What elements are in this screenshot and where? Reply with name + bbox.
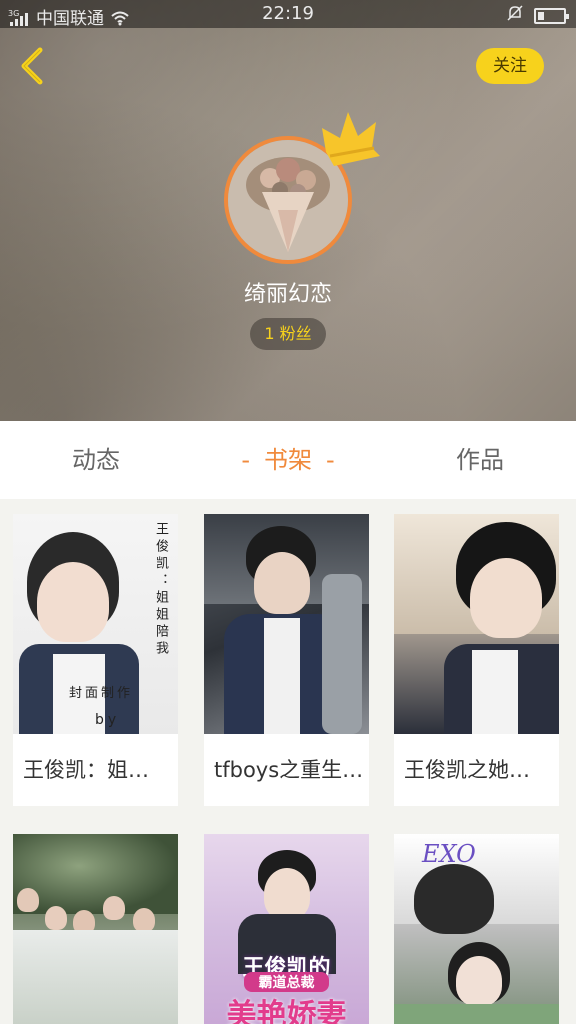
follow-button[interactable]: 关注 bbox=[476, 48, 544, 84]
battery-icon bbox=[534, 7, 569, 24]
book-cover bbox=[394, 514, 559, 734]
book-title: tfboys之重生… bbox=[214, 758, 364, 782]
cover-vertical-text: 王俊凯：姐姐陪我 bbox=[153, 522, 168, 658]
cover-grass bbox=[394, 1004, 559, 1024]
cover-banner-line-2: 霸道总裁 bbox=[244, 972, 329, 992]
back-button[interactable] bbox=[14, 44, 50, 88]
status-right bbox=[506, 4, 569, 27]
username: 绮丽幻恋 bbox=[243, 282, 332, 307]
cover-figure-face bbox=[254, 552, 310, 614]
tab-label: 书架 bbox=[264, 446, 312, 474]
bookshelf-grid: 王俊凯：姐姐陪我 封面制作 by 王俊凯：姐… tfboys之重生… 王俊凯之她… bbox=[0, 499, 576, 1024]
book-card[interactable]: EXO bbox=[394, 834, 559, 1024]
book-card[interactable]: 王俊凯之她… bbox=[394, 514, 559, 806]
cover-figure bbox=[133, 908, 155, 932]
cover-figure-hair bbox=[414, 864, 494, 934]
cover-caption: 封面制作 bbox=[69, 686, 134, 701]
tab-indicator: - bbox=[241, 446, 250, 474]
cover-figure bbox=[17, 888, 39, 912]
cover-figure bbox=[103, 896, 125, 920]
cover-figure-face bbox=[456, 956, 502, 1006]
book-cover: 王俊凯：姐姐陪我 封面制作 by bbox=[13, 514, 178, 734]
cover-by: by bbox=[95, 712, 121, 728]
cover-figure-shirt bbox=[264, 618, 300, 734]
cover-figure bbox=[45, 906, 67, 930]
book-card[interactable]: tfboys之重生… bbox=[204, 514, 369, 806]
cover-figure-shirt bbox=[472, 650, 518, 734]
book-title: 王俊凯之她… bbox=[404, 758, 530, 782]
tab-label: 动态 bbox=[72, 446, 120, 474]
cover-bg-person bbox=[322, 574, 362, 734]
tab-dynamics[interactable]: 动态 bbox=[0, 421, 192, 499]
tab-indicator: - bbox=[326, 446, 335, 474]
book-card[interactable]: 王俊凯的 霸道总裁 美艳娇妻 bbox=[204, 834, 369, 1024]
fans-count-badge[interactable]: 1 粉丝 bbox=[250, 318, 326, 350]
tab-works[interactable]: 作品 bbox=[384, 421, 576, 499]
book-card[interactable]: 王俊凯：姐姐陪我 封面制作 by 王俊凯：姐… bbox=[13, 514, 178, 806]
cover-figure-face bbox=[470, 558, 542, 638]
cover-outfits bbox=[13, 930, 178, 1024]
cover-figure-face bbox=[264, 868, 310, 920]
book-cover: EXO bbox=[394, 834, 559, 1024]
mute-icon bbox=[506, 4, 524, 27]
tab-label: 作品 bbox=[456, 446, 504, 474]
book-cover bbox=[204, 514, 369, 734]
book-cover: 王俊凯的 霸道总裁 美艳娇妻 bbox=[204, 834, 369, 1024]
chevron-left-icon bbox=[21, 47, 43, 85]
book-title: 王俊凯：姐… bbox=[23, 758, 149, 782]
cover-banner-line-3: 美艳娇妻 bbox=[226, 998, 347, 1024]
cover-figure-face bbox=[37, 562, 109, 642]
profile-tabs: 动态 - 书架 - 作品 bbox=[0, 421, 576, 499]
status-time: 22:19 bbox=[262, 3, 314, 24]
book-card[interactable] bbox=[13, 834, 178, 1024]
crown-icon bbox=[318, 108, 384, 170]
tab-bookshelf[interactable]: - 书架 - bbox=[192, 421, 384, 499]
status-bar: 3G 中国联通 22:19 bbox=[0, 0, 576, 29]
book-cover bbox=[13, 834, 178, 1024]
profile-header: 3G 中国联通 22:19 关注 绮丽幻恋 1 粉丝 bbox=[0, 0, 576, 421]
